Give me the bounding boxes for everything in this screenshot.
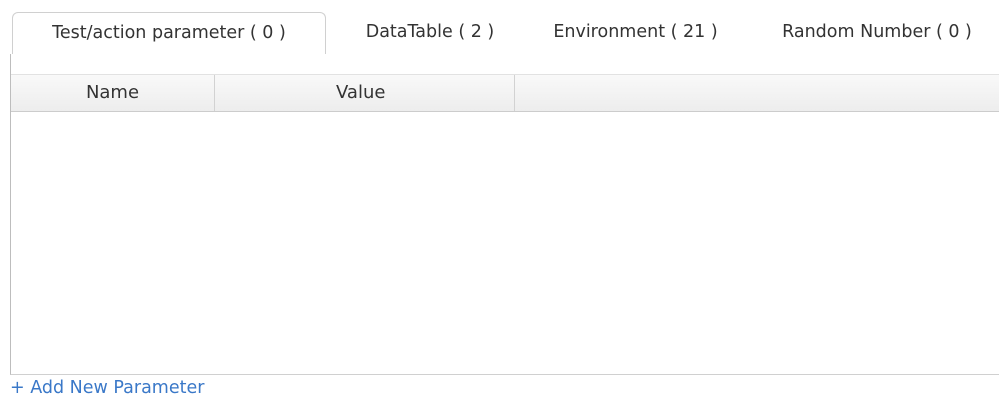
- parameter-grid: Name Value: [10, 54, 999, 375]
- add-new-parameter-link[interactable]: + Add New Parameter: [10, 376, 204, 400]
- tab-test-action-parameter[interactable]: Test/action parameter ( 0 ): [12, 12, 326, 55]
- grid-body[interactable]: [11, 112, 999, 374]
- column-header-value[interactable]: Value: [215, 75, 515, 111]
- tab-random-number[interactable]: Random Number ( 0 ): [755, 12, 999, 54]
- parameters-panel: Test/action parameter ( 0 ) DataTable ( …: [0, 0, 999, 400]
- grid-header: Name Value: [11, 74, 999, 112]
- tab-datatable[interactable]: DataTable ( 2 ): [340, 12, 520, 54]
- column-header-name[interactable]: Name: [11, 75, 215, 111]
- tab-strip: Test/action parameter ( 0 ) DataTable ( …: [10, 12, 999, 55]
- tab-environment[interactable]: Environment ( 21 ): [528, 12, 743, 54]
